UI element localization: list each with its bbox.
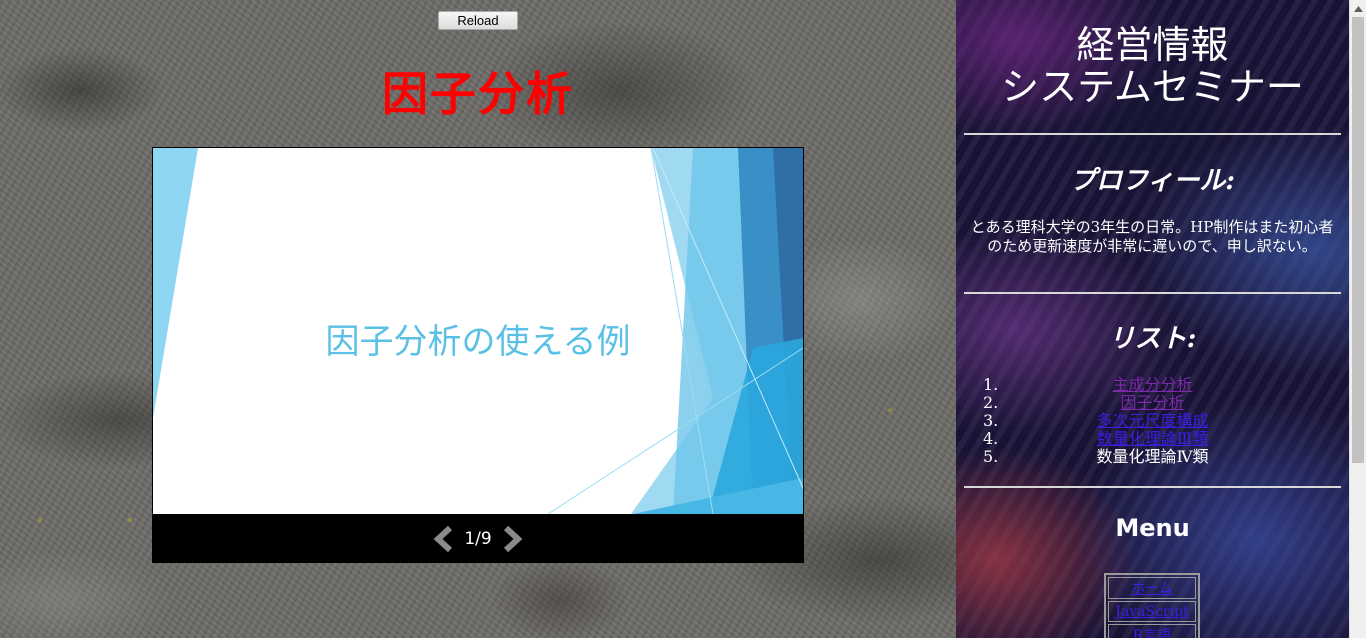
profile-heading: プロフィール: (1069, 166, 1236, 196)
slide[interactable]: 因子分析の使える例 (153, 148, 803, 514)
menu-cell: ホーム (1108, 577, 1196, 599)
slide-text: 因子分析の使える例 (325, 322, 631, 362)
list-item-number: 3. (983, 411, 999, 430)
site-title-line2: システムセミナー (1001, 65, 1304, 109)
list-item: 2. 因子分析 (956, 394, 1349, 412)
article-list: 1. 主成分分析 2. 因子分析 3. 多次元尺度構成 4. 数量化理論Ⅲ類 5… (956, 376, 1349, 466)
page-title: 因子分析 (382, 67, 574, 121)
list-item-number: 1. (983, 375, 999, 394)
list-link-principal-component-analysis[interactable]: 主成分分析 (1112, 375, 1192, 394)
scrollbar-thumb[interactable] (1352, 17, 1364, 463)
slideshow: 因子分析の使える例 1/9 (152, 147, 804, 563)
menu-cell: JavaScript (1108, 601, 1196, 622)
list-heading: リスト: (1108, 324, 1197, 354)
list-link-factor-analysis[interactable]: 因子分析 (1120, 393, 1184, 412)
divider (964, 292, 1341, 294)
menu-table: ホーム JavaScript R言語 (1104, 573, 1200, 638)
menu-cell: R言語 (1108, 624, 1196, 638)
divider (964, 486, 1341, 488)
previous-slide-chevron-left-icon[interactable] (430, 524, 456, 554)
reload-button[interactable]: Reload (438, 11, 518, 30)
list-item-number: 4. (983, 429, 999, 448)
slide-counter: 1/9 (464, 529, 492, 549)
divider (964, 133, 1341, 135)
list-link-multidimensional-scaling[interactable]: 多次元尺度構成 (1096, 411, 1208, 430)
list-link-quantification-3[interactable]: 数量化理論Ⅲ類 (1097, 429, 1208, 448)
site-title: 経営情報 システムセミナー (956, 24, 1349, 108)
site-title-line1: 経営情報 (1076, 23, 1229, 67)
next-slide-chevron-right-icon[interactable] (500, 524, 526, 554)
list-item-number: 2. (983, 393, 999, 412)
list-item: 5. 数量化理論Ⅳ類 (956, 448, 1349, 466)
list-item-number: 5. (983, 447, 999, 466)
page: Reload 因子分析 因子分析の使える例 1/9 経営情報 システムセミナー … (0, 0, 1366, 638)
scroll-up-arrow-icon[interactable] (1350, 0, 1366, 17)
menu-link-r-language[interactable]: R言語 (1133, 628, 1172, 638)
list-item: 3. 多次元尺度構成 (956, 412, 1349, 430)
menu-link-javascript[interactable]: JavaScript (1115, 604, 1188, 620)
slide-navigation: 1/9 (152, 515, 804, 563)
sidebar: 経営情報 システムセミナー プロフィール: とある理科大学の3年生の日常。HP制… (956, 0, 1349, 638)
list-item: 1. 主成分分析 (956, 376, 1349, 394)
menu-heading: Menu (1115, 514, 1190, 542)
list-item: 4. 数量化理論Ⅲ類 (956, 430, 1349, 448)
profile-text: とある理科大学の3年生の日常。HP制作はまた初心者のため更新速度が非常に遅いので… (970, 218, 1334, 255)
main-content-area: Reload 因子分析 因子分析の使える例 1/9 (0, 0, 956, 638)
vertical-scrollbar[interactable] (1349, 0, 1366, 638)
menu-link-home[interactable]: ホーム (1131, 581, 1173, 597)
list-item-current-quantification-4: 数量化理論Ⅳ類 (1096, 447, 1209, 466)
